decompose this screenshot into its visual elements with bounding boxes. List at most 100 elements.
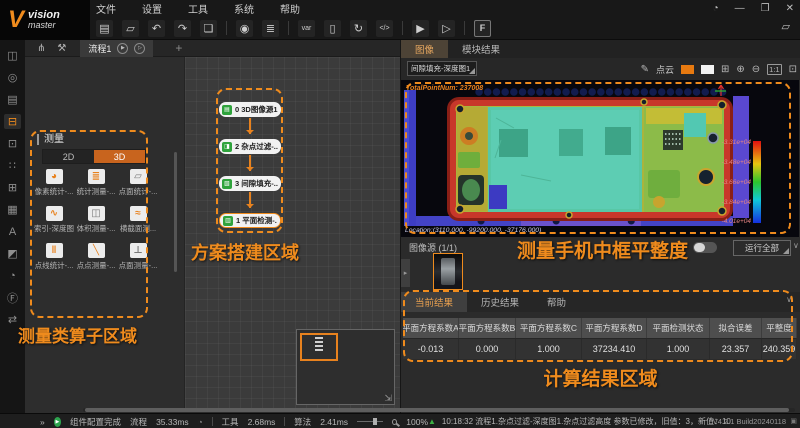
deep-learning-tool-icon[interactable]: ▦: [4, 202, 21, 217]
visionmaster-window: V vision master 文件 设置 工具 系统 帮助 ◔ — ❐ ✕ ▤…: [0, 0, 800, 428]
continuous-run-toggle[interactable]: [693, 242, 717, 253]
flow-node-gap-fill[interactable]: ▧ 3 间隙填充-...: [219, 176, 281, 191]
tab-process-1[interactable]: 流程1 ▶ ▷: [80, 40, 153, 57]
tab-image[interactable]: 图像: [401, 40, 448, 58]
card-icon[interactable]: ▯: [324, 20, 341, 37]
status-run-icon: ▶: [54, 417, 61, 427]
pencil-icon[interactable]: ✎: [641, 64, 649, 75]
algo-tile-point-plane-stat[interactable]: ▱ 点面统计-...: [117, 169, 159, 197]
pointcloud-viewport[interactable]: -3.31e+04 -3.48e+04 -3.66e+04 -3.84e+04 …: [401, 80, 799, 237]
communication-tool-icon[interactable]: ⇄: [4, 312, 21, 327]
algo-tile-point-plane-measure[interactable]: ⊥ 点面测量-...: [117, 243, 159, 271]
image-proc-tool-icon[interactable]: ▤: [4, 92, 21, 107]
menu-help[interactable]: 帮助: [280, 1, 300, 16]
status-log-message[interactable]: 10:18:32 流程1.杂点过滤-深度图1.杂点过滤高度 参数已修改，旧值：3…: [442, 416, 731, 427]
columns-icon: ‖: [46, 243, 63, 258]
strip-expander[interactable]: ▸: [401, 259, 410, 287]
toolbar-separator: [464, 21, 465, 35]
flow-minimap[interactable]: ⇲: [296, 329, 395, 405]
flow-node-3d-image-source[interactable]: ▤ 0 3D图像源1: [219, 102, 281, 117]
tab-3d[interactable]: 3D: [94, 150, 145, 163]
refresh-icon[interactable]: ↻: [350, 20, 367, 37]
camera-tool-icon[interactable]: ◫: [4, 48, 21, 63]
menu-bar: 文件 设置 工具 系统 帮助: [96, 1, 300, 16]
locate-tool-icon[interactable]: ◎: [4, 70, 21, 85]
menu-tools[interactable]: 工具: [188, 1, 208, 16]
tab-current-result[interactable]: 当前结果: [401, 292, 467, 312]
tab-2d[interactable]: 2D: [43, 150, 94, 163]
node-detect-icon: ▥: [223, 216, 233, 226]
add-process-button[interactable]: +: [175, 41, 182, 55]
tab-help[interactable]: 帮助: [533, 292, 580, 312]
calc-tool-icon[interactable]: ⊞: [4, 180, 21, 195]
zoom-in-icon[interactable]: ⊕: [736, 64, 744, 75]
log-panel-icon[interactable]: ▣: [790, 417, 797, 425]
restore-button[interactable]: ❐: [761, 3, 770, 14]
flow-time-label: 流程: [130, 416, 147, 428]
camera-icon[interactable]: ◉: [236, 20, 253, 37]
script-icon[interactable]: </>: [376, 20, 393, 37]
recognize-tool-icon[interactable]: ⊡: [4, 136, 21, 151]
run-once-icon[interactable]: ▶: [412, 20, 429, 37]
chevron-down-icon[interactable]: ∨: [786, 295, 792, 304]
tab-history-result[interactable]: 历史结果: [467, 292, 533, 312]
adjust-icon[interactable]: ≣: [262, 20, 279, 37]
logic-tool-icon[interactable]: Ⓕ: [4, 290, 21, 305]
zoom-out-icon[interactable]: ⊖: [752, 64, 760, 75]
timing-tool-icon[interactable]: ◔: [4, 268, 21, 283]
wrench-icon[interactable]: ⚒: [57, 43, 66, 54]
match-tool-icon[interactable]: ∷: [4, 158, 21, 173]
algo-tile-cross-section[interactable]: ≈ 横截面测...: [117, 206, 159, 234]
menu-file[interactable]: 文件: [96, 1, 116, 16]
algo-tile-volume-measure[interactable]: ◫ 体积测量-...: [75, 206, 117, 234]
run-all-dropdown[interactable]: 运行全部: [733, 240, 791, 256]
algo-tile-point-line-stat[interactable]: ‖ 点线统计-...: [33, 243, 75, 271]
undo-icon[interactable]: ↶: [148, 20, 165, 37]
pointcloud-color-swatch-white[interactable]: [701, 65, 714, 74]
variable-icon[interactable]: var: [298, 20, 315, 37]
module-image-dropdown[interactable]: 间隙填充-深度图1: [407, 61, 477, 76]
result-tabs: 当前结果 历史结果 帮助: [401, 292, 800, 312]
flow-hierarchy-icon[interactable]: ⋔: [37, 43, 45, 54]
tab-module-result[interactable]: 模块结果: [448, 40, 514, 58]
folder-icon[interactable]: ▱: [782, 20, 790, 33]
run-loop-icon[interactable]: ▷: [438, 20, 455, 37]
menu-system[interactable]: 系统: [234, 1, 254, 16]
chevron-down-icon[interactable]: ∨: [793, 241, 799, 250]
minimize-button[interactable]: —: [735, 3, 745, 14]
new-window-icon[interactable]: ❏: [200, 20, 217, 37]
collapse-icon[interactable]: »: [40, 417, 45, 427]
pointcloud-color-swatch-orange[interactable]: [681, 65, 694, 74]
menu-settings[interactable]: 设置: [142, 1, 162, 16]
run-process-icon[interactable]: ▶: [117, 43, 128, 54]
algo-tile-point-point-measure[interactable]: ╲ 点点测量-...: [75, 243, 117, 271]
measure-tool-icon[interactable]: ⊟: [4, 114, 21, 129]
image-thumbnail[interactable]: [433, 253, 463, 290]
run-process-loop-icon[interactable]: ▷: [134, 43, 145, 54]
algo-tile-stat-measure[interactable]: ≣ 统计测量-...: [75, 169, 117, 197]
flow-canvas[interactable]: ▤ 0 3D图像源1 ◨ 2 杂点过滤-... ▧ 3 间隙填充-... ▥ 1…: [185, 57, 400, 408]
timer-icon: ◔: [198, 417, 203, 427]
horizontal-scrollbar[interactable]: [83, 408, 795, 412]
minimap-resize-icon[interactable]: ⇲: [384, 393, 392, 404]
open-icon[interactable]: ▱: [122, 20, 139, 37]
center-view-icon[interactable]: ⊞: [721, 64, 729, 75]
format-icon[interactable]: F: [474, 20, 491, 37]
result-table-row[interactable]: -0.013 0.000 1.000 37234.410 1.000 23.35…: [403, 338, 797, 359]
actual-size-icon[interactable]: 1:1: [767, 64, 781, 75]
zoom-slider[interactable]: [357, 421, 383, 422]
fit-window-icon[interactable]: ⊡: [789, 64, 797, 75]
redo-icon[interactable]: ↷: [174, 20, 191, 37]
minimap-viewport[interactable]: [300, 333, 338, 361]
save-icon[interactable]: ▤: [96, 20, 113, 37]
close-button[interactable]: ✕: [786, 3, 794, 14]
performance-icon[interactable]: ◔: [713, 3, 719, 14]
ocr-tool-icon[interactable]: A: [4, 224, 21, 239]
color-tool-icon[interactable]: ◩: [4, 246, 21, 261]
node-filter-icon: ◨: [222, 142, 232, 152]
algo-panel-scrollbar[interactable]: [174, 152, 177, 272]
flow-node-noise-filter[interactable]: ◨ 2 杂点过滤-...: [219, 139, 281, 154]
algo-tile-index-depthmap[interactable]: ∿ 索引-深度图: [33, 206, 75, 234]
flow-node-plane-detect[interactable]: ▥ 1 平面检测-...: [219, 213, 281, 228]
algo-tile-pixel-stat[interactable]: ◕ 像素统计-...: [33, 169, 75, 197]
